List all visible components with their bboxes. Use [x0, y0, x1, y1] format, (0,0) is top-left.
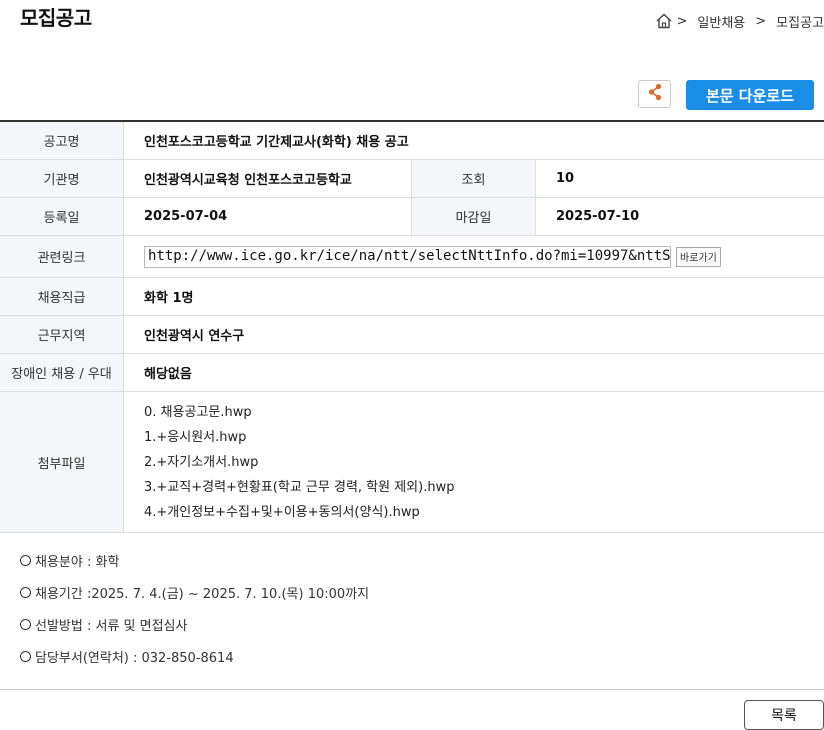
note-text: 담당부서(연락처) : 032-850-8614 — [35, 650, 234, 666]
notice-body: 채용분야 : 화학 채용기간 :2025. 7. 4.(금) ~ 2025. 7… — [20, 540, 369, 676]
table-row: 공고명 인천포스코고등학교 기간제교사(화학) 채용 공고 — [0, 122, 824, 160]
circle-bullet-icon — [20, 586, 31, 598]
deadline-date: 2025-07-10 — [556, 209, 640, 224]
download-body-button[interactable]: 본문 다운로드 — [686, 80, 814, 110]
share-button[interactable] — [638, 80, 671, 108]
notice-detail-table: 공고명 인천포스코고등학교 기간제교사(화학) 채용 공고 기관명 인천광역시교… — [0, 120, 824, 533]
attachment-link[interactable]: 2.+자기소개서.hwp — [144, 450, 454, 475]
breadcrumb: > 일반채용 > 모집공고 — [655, 10, 824, 32]
attachment-link[interactable]: 0. 채용공고문.hwp — [144, 400, 454, 425]
table-row: 채용직급 화학 1명 — [0, 278, 824, 316]
attachment-link[interactable]: 3.+교직+경력+현황표(학교 근무 경력, 학원 제외).hwp — [144, 475, 454, 500]
org-name: 인천광역시교육청 인천포스코고등학교 — [124, 160, 412, 197]
breadcrumb-item-recruit[interactable]: 일반채용 — [697, 12, 745, 31]
registered-date: 2025-07-04 — [124, 198, 412, 235]
breadcrumb-item-notice[interactable]: 모집공고 — [776, 12, 824, 31]
notice-title: 인천포스코고등학교 기간제교사(화학) 채용 공고 — [144, 135, 409, 150]
circle-bullet-icon — [20, 650, 31, 662]
breadcrumb-separator: > — [676, 13, 688, 29]
row-header-views: 조회 — [412, 160, 536, 197]
disabled-value: 해당없음 — [144, 367, 192, 382]
table-row: 근무지역 인천광역시 연수구 — [0, 316, 824, 354]
row-header-files: 첨부파일 — [0, 392, 124, 532]
region-value: 인천광역시 연수구 — [144, 329, 245, 344]
row-header-registered: 등록일 — [0, 198, 124, 235]
related-link-field[interactable]: http://www.ice.go.kr/ice/na/ntt/selectNt… — [144, 245, 671, 268]
attachment-list: 0. 채용공고문.hwp 1.+응시원서.hwp 2.+자기소개서.hwp 3.… — [144, 400, 454, 525]
page-title: 모집공고 — [20, 6, 92, 30]
position-value: 화학 1명 — [144, 291, 194, 306]
attachment-cell: 0. 채용공고문.hwp 1.+응시원서.hwp 2.+자기소개서.hwp 3.… — [124, 392, 824, 532]
attachment-link[interactable]: 4.+개인정보+수집+및+이용+동의서(양식).hwp — [144, 500, 454, 525]
note-text: 채용기간 :2025. 7. 4.(금) ~ 2025. 7. 10.(목) 1… — [35, 586, 370, 602]
table-row: 첨부파일 0. 채용공고문.hwp 1.+응시원서.hwp 2.+자기소개서.h… — [0, 392, 824, 533]
circle-bullet-icon — [20, 554, 31, 566]
breadcrumb-separator: > — [755, 13, 767, 29]
home-icon[interactable] — [655, 12, 673, 30]
row-header-disabled: 장애인 채용 / 우대 — [0, 354, 124, 391]
list-button[interactable]: 목록 — [744, 700, 824, 730]
note-text: 채용분야 : 화학 — [35, 554, 120, 570]
row-header-deadline: 마감일 — [412, 198, 536, 235]
row-header-title: 공고명 — [0, 122, 124, 159]
table-row: 장애인 채용 / 우대 해당없음 — [0, 354, 824, 392]
row-header-position: 채용직급 — [0, 278, 124, 315]
row-header-link: 관련링크 — [0, 236, 124, 277]
go-link-button[interactable]: 바로가기 — [676, 246, 721, 267]
row-header-region: 근무지역 — [0, 316, 124, 353]
circle-bullet-icon — [20, 618, 31, 630]
table-row: 관련링크 http://www.ice.go.kr/ice/na/ntt/sel… — [0, 236, 824, 278]
divider — [0, 689, 824, 690]
row-header-org: 기관명 — [0, 160, 124, 197]
related-link-cell: http://www.ice.go.kr/ice/na/ntt/selectNt… — [124, 236, 824, 277]
attachment-link[interactable]: 1.+응시원서.hwp — [144, 425, 454, 450]
table-row: 등록일 2025-07-04 마감일 2025-07-10 — [0, 198, 824, 236]
note-item: 담당부서(연락처) : 032-850-8614 — [20, 636, 369, 676]
note-text: 선발방법 : 서류 및 면접심사 — [35, 618, 188, 634]
share-icon — [647, 83, 663, 105]
table-row: 기관명 인천광역시교육청 인천포스코고등학교 조회 10 — [0, 160, 824, 198]
view-count: 10 — [556, 171, 575, 186]
